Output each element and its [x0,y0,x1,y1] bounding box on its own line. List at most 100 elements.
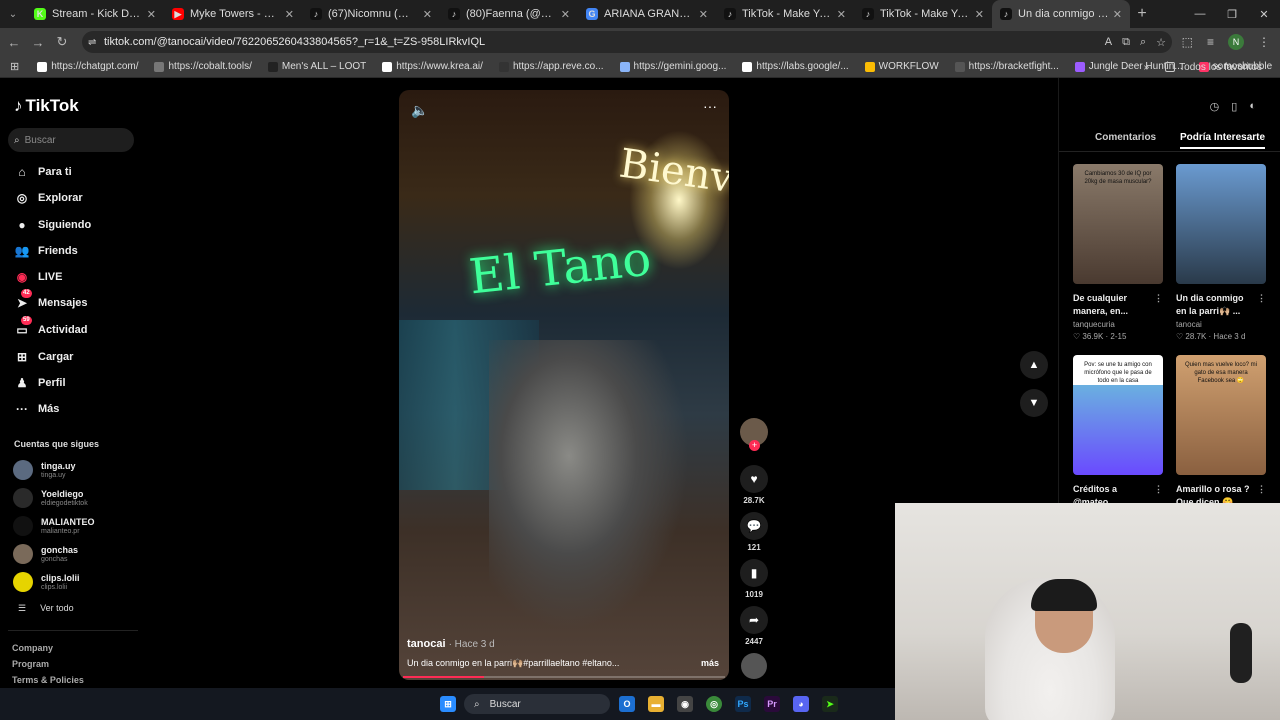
suggested-video-card[interactable]: Cambiamos 30 de IQ por 20kg de masa musc… [1073,164,1163,341]
site-info-icon[interactable]: ⇌ [88,37,96,48]
premiere-icon[interactable]: Pr [764,696,780,712]
close-tab-icon[interactable]: ✕ [975,8,984,21]
video-progress-bar[interactable] [403,676,725,678]
taskbar-search[interactable]: ⌕ Buscar [464,694,610,714]
nav-item-cargar[interactable]: ⊞ Cargar [14,347,74,367]
restore-icon[interactable]: ❐ [1216,0,1248,28]
bookmark-item[interactable]: https://cobalt.tools/ [146,61,259,72]
nav-item-friends[interactable]: 👥 Friends [14,241,78,261]
card-author[interactable]: tanquecuria [1073,320,1163,329]
card-options-icon[interactable]: ⋮ [1257,483,1266,496]
footer-terms[interactable]: Terms & Policies [12,675,84,685]
profile-avatar[interactable]: N [1228,34,1244,50]
back-icon[interactable]: ← [2,35,26,50]
previous-video-button[interactable]: ▲ [1020,351,1048,379]
like-button[interactable]: ♥ [740,465,768,493]
save-button[interactable]: ▮ [740,559,768,587]
browser-tab[interactable]: ♪ (67)Nicomnu (@nicomnu ✕ [302,0,440,28]
footer-company[interactable]: Company [12,643,53,653]
see-all-link[interactable]: ☰ Ver todo [18,603,74,614]
kick-icon[interactable]: ➤ [822,696,838,712]
follow-plus-icon[interactable]: + [749,440,760,451]
video-thumbnail[interactable]: Pov: se une tu amigo con micrófono que l… [1073,355,1163,475]
nav-item-perfil[interactable]: ♟ Perfil [14,373,66,393]
close-tab-icon[interactable]: ✕ [699,8,708,21]
windows-start-icon[interactable]: ⊞ [440,696,456,712]
photoshop-icon[interactable]: Ps [735,696,751,712]
close-window-icon[interactable]: ✕ [1248,0,1280,28]
followed-account[interactable]: MALIANTEO malianteo.pr [13,516,95,536]
followed-account[interactable]: tinga.uy tinga.uy [13,460,76,480]
video-thumbnail[interactable]: Cambiamos 30 de IQ por 20kg de masa musc… [1073,164,1163,284]
bookmark-item[interactable]: Men's ALL – LOOT [260,61,374,72]
card-title[interactable]: De cualquier manera, en... ⋮ [1073,292,1163,318]
user-avatar-icon[interactable]: ◐ [1249,100,1256,113]
suggested-video-card[interactable]: Quien mas vuelve loco? mi gato de esa ma… [1176,355,1266,512]
close-tab-icon[interactable]: ✕ [837,8,846,21]
footer-program[interactable]: Program [12,659,49,669]
close-tab-icon[interactable]: ✕ [1113,8,1122,21]
browser-tab[interactable]: ♪ TikTok - Make Your Day ✕ [854,0,992,28]
browser-tab[interactable]: ♪ TikTok - Make Your Day ✕ [716,0,854,28]
next-video-button[interactable]: ▼ [1020,389,1048,417]
video-username[interactable]: tanocai [407,638,446,650]
creator-avatar[interactable]: + [740,418,768,451]
followed-account[interactable]: clips.lolii clips.lolii [13,572,80,592]
nav-item-siguiendo[interactable]: ● Siguiendo [14,215,91,235]
bookmark-item[interactable]: WORKFLOW [857,61,947,72]
more-link[interactable]: más [701,658,719,668]
video-player[interactable]: Bienve El Tano 🔈 ··· tanocai · Hace 3 d … [399,90,729,680]
tab-comments[interactable]: Comentarios [1095,132,1156,143]
close-tab-icon[interactable]: ✕ [561,8,570,21]
bookmark-item[interactable]: https://gemini.goog... [612,61,735,72]
autoscroll-icon[interactable]: ◷ [1210,100,1220,113]
close-tab-icon[interactable]: ✕ [423,8,432,21]
browser-tab[interactable]: G ARIANA GRANDE EDAD - ✕ [578,0,716,28]
followed-account[interactable]: gonchas gonchas [13,544,78,564]
suggested-video-card[interactable]: Un dia conmigo en la parri🙌🏼 ... ⋮ tanocai… [1176,164,1266,341]
card-title[interactable]: Un dia conmigo en la parri🙌🏼 ... ⋮ [1176,292,1266,318]
card-options-icon[interactable]: ⋮ [1154,292,1163,305]
video-options-icon[interactable]: ··· [703,98,717,114]
nav-item-mensajes[interactable]: ➤ 42 Mensajes [14,289,88,313]
chrome-menu-icon[interactable]: ⋮ [1258,35,1270,49]
media-control-icon[interactable]: ≡ [1207,35,1214,49]
new-tab-button[interactable]: + [1130,5,1154,23]
video-thumbnail[interactable] [1176,164,1266,284]
card-options-icon[interactable]: ⋮ [1154,483,1163,496]
comment-button[interactable]: 💬 [740,512,768,540]
tab-suggested[interactable]: Podría Interesarte [1180,132,1266,149]
browser-tab[interactable]: ♪ (80)Faenna (@akafaenna) ✕ [440,0,578,28]
followed-account[interactable]: Yoeldiego eldiegodetiktok [13,488,88,508]
chrome-icon[interactable]: ◎ [706,696,722,712]
device-icon[interactable]: ▯ [1231,100,1237,113]
file-explorer-icon[interactable]: ▬ [648,696,664,712]
card-options-icon[interactable]: ⋮ [1257,292,1266,305]
bookmark-star-icon[interactable]: ☆ [1156,36,1166,49]
bookmark-item[interactable]: https://app.reve.co... [491,61,612,72]
card-author[interactable]: tanocai [1176,320,1266,329]
url-input[interactable]: ⇌ tiktok.com/@tanocai/video/762206526043… [82,31,1172,53]
bookmark-item[interactable]: https://chatgpt.com/ [29,61,146,72]
search-input[interactable]: ⌕ Buscar [8,128,134,152]
nav-item-parati[interactable]: ⌂ Para ti [14,162,71,182]
tab-search-icon[interactable]: ⌄ [0,0,26,28]
all-bookmarks-folder[interactable]: Todos los favoritos [1157,62,1270,73]
suggested-video-card[interactable]: Pov: se une tu amigo con micrófono que l… [1073,355,1163,512]
music-disc[interactable] [741,653,767,679]
close-tab-icon[interactable]: ✕ [285,8,294,21]
bookmark-item[interactable]: https://www.krea.ai/ [374,61,491,72]
translate-icon[interactable]: A [1105,36,1112,48]
bookmark-item[interactable]: https://labs.google/... [734,61,856,72]
nav-item-ms[interactable]: ··· Más [14,399,59,419]
bookmarks-overflow-icon[interactable]: » [1144,62,1150,73]
minimize-icon[interactable]: — [1184,0,1216,28]
bookmark-item[interactable]: https://bracketfight... [947,61,1067,72]
browser-tab[interactable]: ♪ Un dia conmigo en la ✕ [992,0,1130,28]
zoom-icon[interactable]: ⌕ [1140,36,1146,49]
browser-tab[interactable]: K Stream - Kick Dashboard ✕ [26,0,164,28]
video-thumbnail[interactable]: Quien mas vuelve loco? mi gato de esa ma… [1176,355,1266,475]
nav-item-actividad[interactable]: ▭ 59 Actividad [14,316,88,340]
volume-icon[interactable]: 🔈 [411,102,428,119]
install-app-icon[interactable]: ⧉ [1122,36,1130,49]
